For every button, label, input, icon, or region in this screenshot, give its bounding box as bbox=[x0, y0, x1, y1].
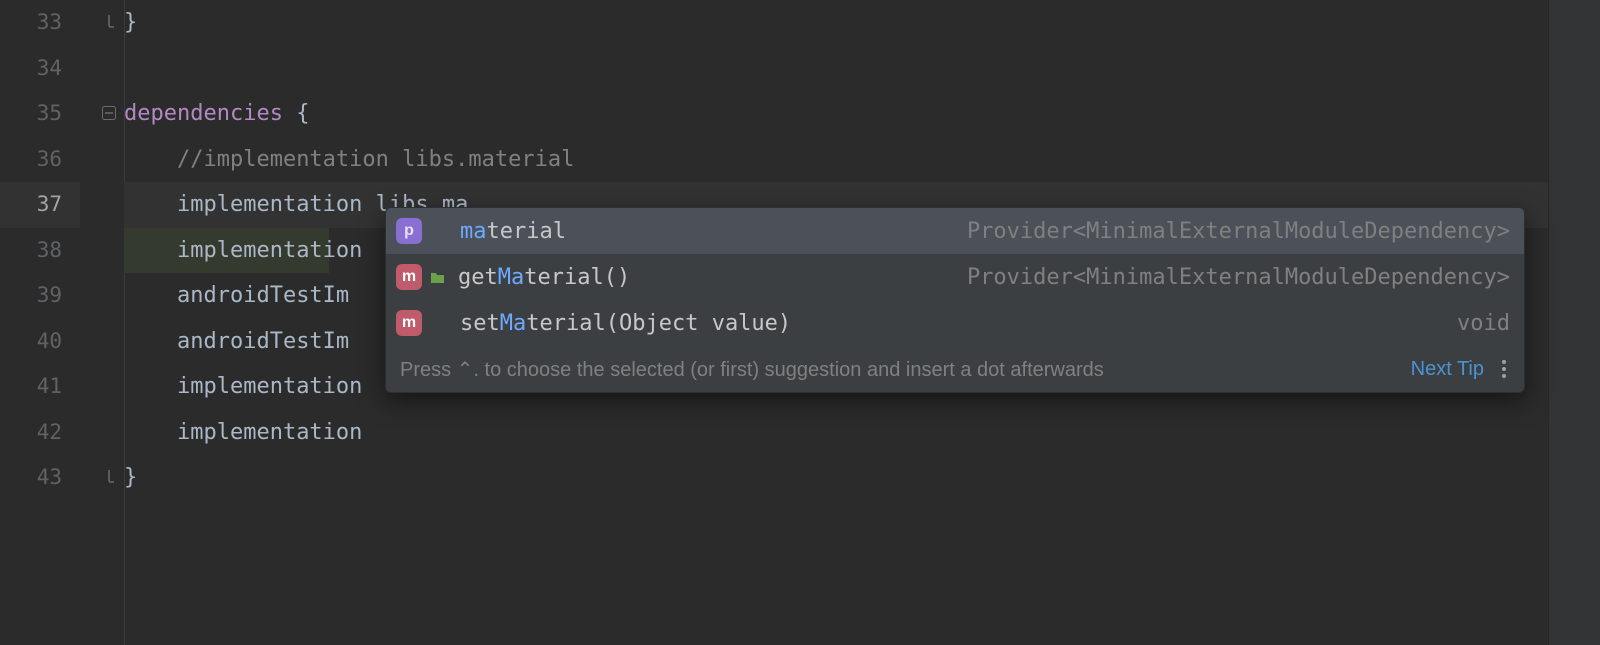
completion-name: getMaterial() bbox=[458, 265, 630, 290]
line-number: 38 bbox=[0, 228, 80, 274]
line-number: 35 bbox=[0, 91, 80, 137]
completion-item[interactable]: m setMaterial(Object value) void bbox=[386, 300, 1524, 346]
property-kind-icon: p bbox=[396, 218, 422, 244]
code-line[interactable]: implementation bbox=[124, 410, 1548, 456]
code-token: //implementation libs.material bbox=[177, 147, 574, 172]
line-number-gutter: 3334353637383940414243 bbox=[0, 0, 80, 645]
completion-type: Provider<MinimalExternalModuleDependency… bbox=[967, 265, 1510, 290]
method-kind-icon: m bbox=[396, 264, 422, 290]
code-token: androidTestIm bbox=[177, 329, 349, 354]
code-line[interactable] bbox=[124, 46, 1548, 92]
completion-type: void bbox=[1457, 311, 1510, 336]
completion-hint-bar: Press ⌃. to choose the selected (or firs… bbox=[386, 346, 1524, 392]
next-tip-link[interactable]: Next Tip bbox=[1411, 358, 1484, 381]
line-number: 34 bbox=[0, 46, 80, 92]
more-options-icon[interactable] bbox=[1498, 356, 1510, 382]
code-token: dependencies bbox=[124, 101, 283, 126]
line-number: 42 bbox=[0, 410, 80, 456]
code-token: } bbox=[124, 10, 137, 35]
completion-item[interactable]: p material Provider<MinimalExternalModuleD… bbox=[386, 208, 1524, 254]
code-token: } bbox=[124, 465, 137, 490]
line-number: 39 bbox=[0, 273, 80, 319]
code-token: { bbox=[283, 101, 310, 126]
method-kind-icon: m bbox=[396, 310, 422, 336]
completion-name: setMaterial(Object value) bbox=[460, 311, 791, 336]
line-number: 41 bbox=[0, 364, 80, 410]
code-token: implementation bbox=[177, 374, 362, 399]
completion-type: Provider<MinimalExternalModuleDependency… bbox=[967, 219, 1510, 244]
code-completion-popup[interactable]: p material Provider<MinimalExternalModuleD… bbox=[385, 207, 1525, 393]
line-number: 33 bbox=[0, 0, 80, 46]
code-token: implementation bbox=[177, 238, 362, 263]
code-line[interactable]: } bbox=[124, 455, 1548, 501]
code-line[interactable]: } bbox=[124, 0, 1548, 46]
line-number: 43 bbox=[0, 455, 80, 501]
line-number: 40 bbox=[0, 319, 80, 365]
code-line[interactable]: dependencies { bbox=[124, 91, 1548, 137]
right-scrollbar-marker-area[interactable] bbox=[1548, 0, 1600, 645]
code-token: implementation bbox=[177, 420, 362, 445]
completion-hint-text: Press ⌃. to choose the selected (or firs… bbox=[400, 357, 1104, 382]
code-line[interactable]: //implementation libs.material bbox=[124, 137, 1548, 183]
package-icon bbox=[430, 270, 448, 284]
code-token: androidTestIm bbox=[177, 283, 349, 308]
completion-name: material bbox=[460, 219, 566, 244]
completion-item[interactable]: m getMaterial() Provider<MinimalExternalMo… bbox=[386, 254, 1524, 300]
line-number: 37 bbox=[0, 182, 80, 228]
line-number: 36 bbox=[0, 137, 80, 183]
